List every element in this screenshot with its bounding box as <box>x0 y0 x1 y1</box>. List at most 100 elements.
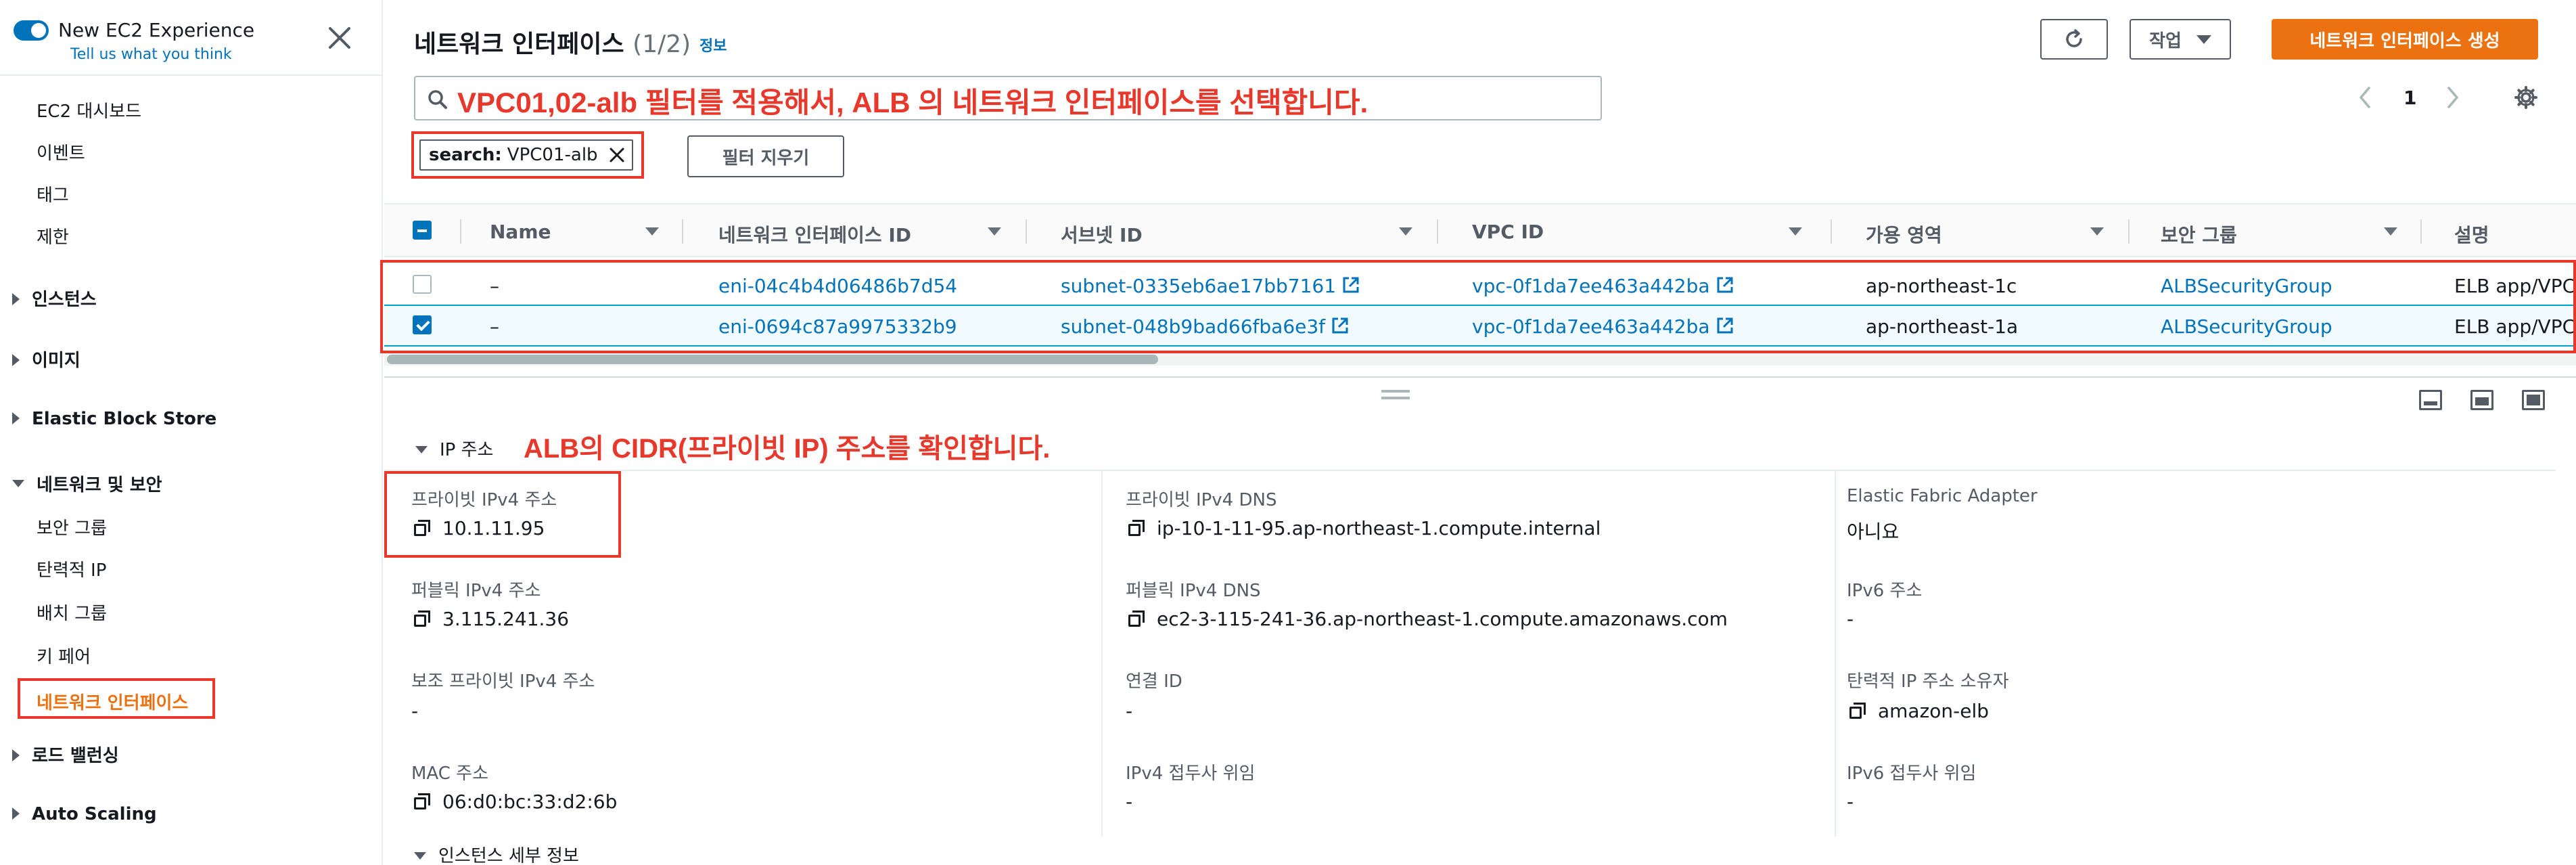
filter-token[interactable]: search: VPC01-alb <box>419 139 633 171</box>
private-dns-value: ip-10-1-11-95.ap-northeast-1.compute.int… <box>1128 517 1601 539</box>
sidebar-item-network-interfaces[interactable]: 네트워크 인터페이스 <box>18 678 215 719</box>
sidebar-category-network[interactable]: 네트워크 및 보안 <box>12 471 162 496</box>
sort-icon[interactable] <box>1399 227 1412 236</box>
copy-icon[interactable] <box>414 519 432 537</box>
category-label: 로드 밸런싱 <box>32 746 119 766</box>
sidebar-category-images[interactable]: 이미지 <box>12 347 80 372</box>
caret-down-icon <box>415 446 428 453</box>
column-divider <box>1101 471 1103 837</box>
panel-full-icon[interactable] <box>2522 390 2545 410</box>
column-separator <box>2128 219 2130 244</box>
current-page[interactable]: 1 <box>2404 87 2416 109</box>
drag-handle-icon[interactable] <box>1381 390 1410 393</box>
sidebar-item-placement-groups[interactable]: 배치 그룹 <box>37 600 107 625</box>
gear-icon[interactable] <box>2514 85 2538 110</box>
sidebar-item-key-pairs[interactable]: 키 페어 <box>37 643 91 668</box>
value-text: 3.115.241.36 <box>442 608 570 630</box>
page-title: 네트워크 인터페이스 (1/2) <box>414 24 691 60</box>
caret-right-icon <box>12 749 20 761</box>
caret-down-icon <box>12 480 24 487</box>
sidebar-category-ebs[interactable]: Elastic Block Store <box>12 409 216 429</box>
sidebar-item-security-groups[interactable]: 보안 그룹 <box>37 514 107 539</box>
new-experience-title: New EC2 Experience <box>58 19 255 41</box>
value-text: ec2-3-115-241-36.ap-northeast-1.compute.… <box>1157 608 1728 630</box>
filter-token-value: VPC01-alb <box>507 145 598 165</box>
copy-icon[interactable] <box>414 793 432 811</box>
panel-bottom-icon[interactable] <box>2419 390 2442 410</box>
drag-handle-icon[interactable] <box>1381 397 1410 399</box>
sidebar-item-elastic-ip[interactable]: 탄력적 IP <box>37 556 106 581</box>
mac-address-value: 06:d0:bc:33:d2:6b <box>414 791 617 813</box>
copy-icon[interactable] <box>1128 519 1146 537</box>
refresh-icon <box>2066 29 2082 47</box>
sort-icon[interactable] <box>1789 227 1802 236</box>
column-security-group[interactable]: 보안 그룹 <box>2161 221 2237 248</box>
column-separator <box>2420 219 2422 244</box>
selection-count: (1/2) <box>632 30 691 58</box>
chevron-left-icon[interactable] <box>2357 85 2373 110</box>
caret-right-icon <box>12 292 20 305</box>
chevron-right-icon[interactable] <box>2445 85 2461 110</box>
sidebar-category-auto-scaling[interactable]: Auto Scaling <box>12 804 157 824</box>
ipv6-address-label: IPv6 주소 <box>1847 581 1923 601</box>
ipv4-delegation-label: IPv4 접두사 위임 <box>1126 763 1256 784</box>
efa-value: 아니요 <box>1847 520 1900 543</box>
sort-icon[interactable] <box>2384 227 2397 236</box>
section-divider <box>384 470 2556 471</box>
sort-icon[interactable] <box>2090 227 2104 236</box>
private-ipv4-label: 프라이빗 IPv4 주소 <box>411 490 557 510</box>
sidebar-item-dashboard[interactable]: EC2 대시보드 <box>37 97 141 123</box>
column-eni-id[interactable]: 네트워크 인터페이스 ID <box>718 221 911 248</box>
section-ip-address[interactable]: IP 주소 <box>415 436 493 461</box>
sidebar-item-limits[interactable]: 제한 <box>37 223 69 248</box>
sidebar-item-events[interactable]: 이벤트 <box>37 139 85 164</box>
sidebar-item-label: 네트워크 인터페이스 <box>37 693 189 713</box>
efa-label: Elastic Fabric Adapter <box>1847 486 2038 506</box>
select-all-checkbox[interactable] <box>413 221 432 240</box>
column-name[interactable]: Name <box>490 221 551 243</box>
ipv6-delegation-label: IPv6 접두사 위임 <box>1847 763 1977 784</box>
column-subnet-id[interactable]: 서브넷 ID <box>1061 221 1143 248</box>
column-description[interactable]: 설명 <box>2454 221 2489 248</box>
copy-icon[interactable] <box>1128 610 1146 628</box>
attachment-id-label: 연결 ID <box>1126 671 1182 692</box>
eip-owner-value: amazon-elb <box>1849 700 1989 722</box>
secondary-private-ipv4-label: 보조 프라이빗 IPv4 주소 <box>411 671 595 692</box>
sort-icon[interactable] <box>988 227 1001 236</box>
new-experience-toggle[interactable] <box>14 20 49 41</box>
sort-icon[interactable] <box>645 227 659 236</box>
scrollbar-thumb[interactable] <box>387 355 1158 364</box>
value-text: 10.1.11.95 <box>442 517 545 539</box>
column-separator <box>1831 219 1832 244</box>
caret-right-icon <box>12 807 20 820</box>
close-icon[interactable] <box>325 23 354 53</box>
info-link[interactable]: 정보 <box>699 34 727 56</box>
copy-icon[interactable] <box>1849 702 1867 720</box>
public-dns-label: 퍼블릭 IPv4 DNS <box>1126 581 1261 601</box>
panel-half-icon[interactable] <box>2470 390 2493 410</box>
caret-down-icon <box>2196 35 2211 44</box>
sidebar-category-load-balancing[interactable]: 로드 밸런싱 <box>12 742 119 767</box>
feedback-link[interactable]: Tell us what you think <box>70 46 232 63</box>
private-ipv4-value: 10.1.11.95 <box>414 517 545 539</box>
column-vpc-id[interactable]: VPC ID <box>1472 221 1544 243</box>
column-availability-zone[interactable]: 가용 영역 <box>1866 221 1942 248</box>
filter-token-highlight: search: VPC01-alb <box>411 131 644 179</box>
category-label: Auto Scaling <box>32 804 157 824</box>
remove-filter-icon[interactable] <box>607 146 626 164</box>
caret-right-icon <box>12 412 20 424</box>
section-instance-details[interactable]: 인스턴스 세부 정보 <box>414 842 579 865</box>
refresh-button[interactable] <box>2040 19 2108 60</box>
copy-icon[interactable] <box>414 610 432 628</box>
value-text: ip-10-1-11-95.ap-northeast-1.compute.int… <box>1157 517 1601 539</box>
clear-filters-button[interactable]: 필터 지우기 <box>687 135 844 177</box>
ipv6-delegation-value: - <box>1847 791 1854 813</box>
create-network-interface-button[interactable]: 네트워크 인터페이스 생성 <box>2272 19 2538 60</box>
actions-dropdown[interactable]: 작업 <box>2130 19 2231 60</box>
value-text: amazon-elb <box>1878 700 1990 722</box>
public-ipv4-value: 3.115.241.36 <box>414 608 569 630</box>
split-divider[interactable] <box>384 376 2576 378</box>
sidebar-category-instances[interactable]: 인스턴스 <box>12 286 97 311</box>
private-dns-label: 프라이빗 IPv4 DNS <box>1126 490 1277 510</box>
sidebar-item-tags[interactable]: 태그 <box>37 181 69 206</box>
